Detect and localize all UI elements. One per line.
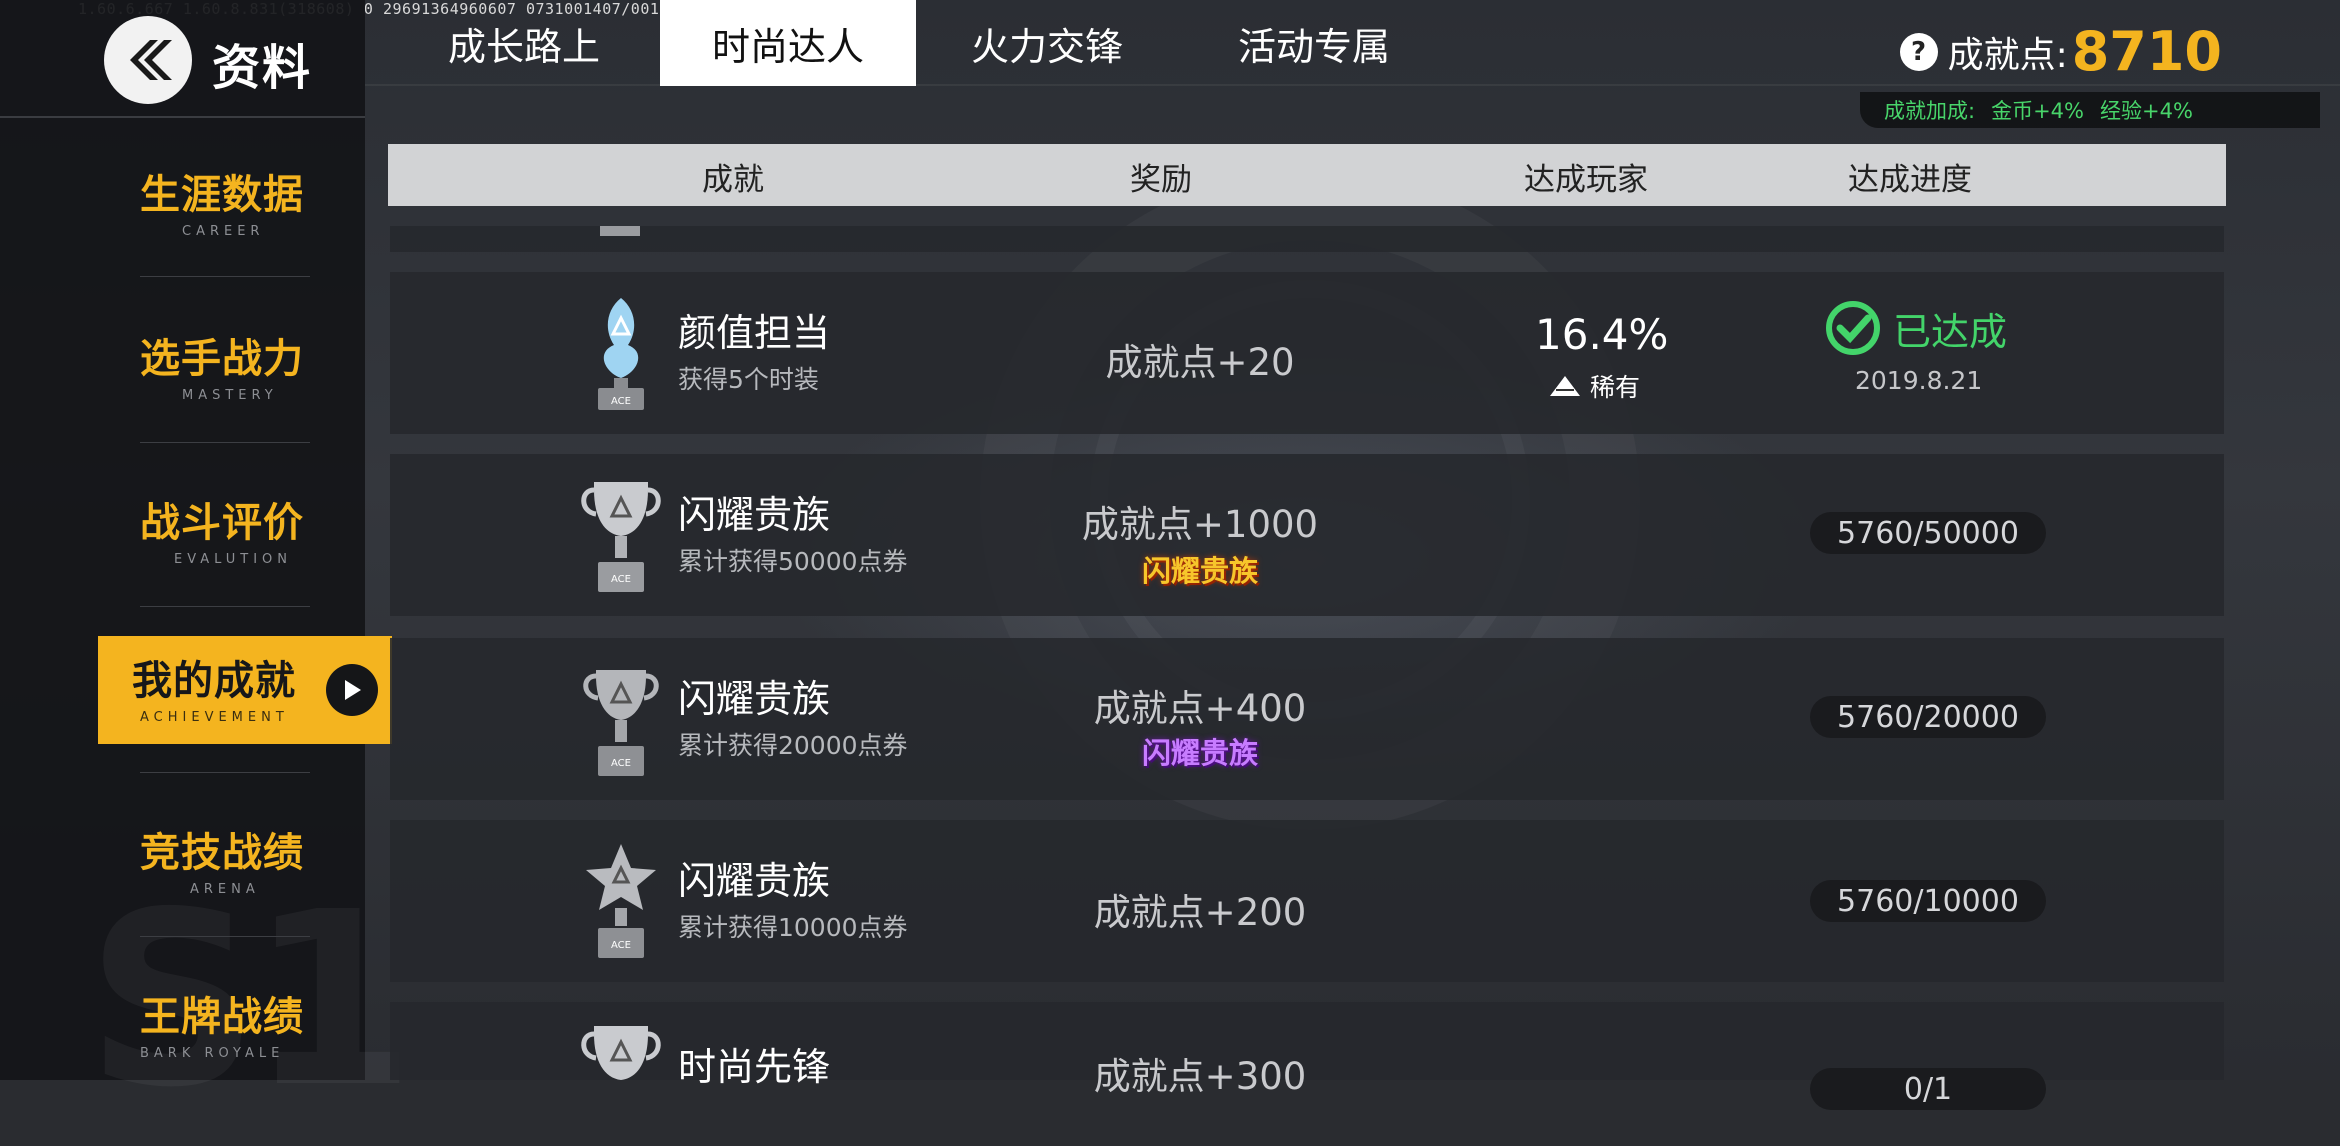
- rarity-text: 稀有: [1590, 373, 1641, 402]
- help-icon[interactable]: ?: [1899, 32, 1938, 71]
- sidebar-item-career[interactable]: 生涯数据 CAREER: [98, 150, 392, 258]
- progress-pill: 0/1: [1810, 1068, 2046, 1110]
- svg-text:ACE: ACE: [611, 758, 631, 769]
- sidebar-item-label: 战斗评价: [140, 500, 304, 546]
- reward-badge: 闪耀贵族: [1141, 554, 1258, 588]
- header-achievement: 成就: [702, 162, 764, 198]
- rarity-label: 稀有: [1548, 368, 1640, 404]
- sidebar-divider: [0, 116, 365, 118]
- nav-divider: [140, 276, 310, 277]
- achievement-name: 颜值担当: [678, 311, 831, 355]
- achievement-name: 闪耀贵族: [678, 859, 831, 903]
- reward-badge: 闪耀贵族: [1141, 736, 1258, 770]
- silver-cup-trophy-icon: ACE: [583, 670, 659, 776]
- silver-star-trophy-icon: ACE: [586, 844, 656, 958]
- reward-text: 成就点+20: [1105, 341, 1295, 384]
- sidebar-item-sublabel: MASTERY: [182, 388, 278, 403]
- bonus-gold: 金币+4%: [1991, 99, 2084, 123]
- reward-text: 成就点+200: [1093, 891, 1307, 934]
- svg-text:ACE: ACE: [611, 396, 631, 407]
- sidebar-item-label: 生涯数据: [140, 172, 304, 218]
- completed-status: 已达成: [1825, 300, 2007, 356]
- progress-pill: 5760/20000: [1810, 696, 2046, 738]
- achievement-desc: 累计获得10000点券: [678, 913, 908, 942]
- progress-pill: 5760/10000: [1810, 880, 2046, 922]
- sidebar-item-bark-royale[interactable]: 王牌战绩 BARK ROYALE: [98, 972, 392, 1080]
- bonus-exp: 经验+4%: [2100, 99, 2193, 123]
- back-button[interactable]: [104, 16, 192, 104]
- table-row[interactable]: ACE 闪耀贵族 累计获得10000点券 成就点+200 5760/10000: [390, 820, 2224, 982]
- crystal-trophy-icon: ACE: [598, 298, 644, 410]
- points-label: 成就点:: [1947, 34, 2068, 76]
- reward-text: 成就点+300: [1093, 1055, 1307, 1098]
- silver-cup-trophy-icon: ACE: [581, 482, 661, 592]
- double-chevron-left-icon: [130, 40, 172, 80]
- sidebar-item-label: 选手战力: [140, 336, 304, 382]
- sidebar-item-sublabel: BARK ROYALE: [140, 1046, 285, 1061]
- sidebar-item-sublabel: EVALUTION: [174, 552, 293, 567]
- achievement-points: ? 成就点: 8710: [1899, 20, 2222, 83]
- tab-event[interactable]: 活动专属: [1178, 0, 1450, 86]
- achievement-desc: 累计获得20000点券: [678, 731, 908, 760]
- achievement-name: 闪耀贵族: [678, 493, 831, 537]
- sidebar-item-evalution[interactable]: 战斗评价 EVALUTION: [98, 478, 392, 586]
- achievement-name: 闪耀贵族: [678, 677, 831, 721]
- table-row[interactable]: ACE 颜值担当 获得5个时装 成就点+20 16.4% 稀有 已达成 2019…: [390, 272, 2224, 434]
- sidebar-item-label: 竞技战绩: [140, 830, 304, 876]
- sidebar-item-mastery[interactable]: 选手战力 MASTERY: [98, 314, 392, 422]
- sidebar-item-sublabel: CAREER: [182, 224, 265, 239]
- table-header: 成就 奖励 达成玩家 达成进度: [388, 144, 2226, 206]
- players-percent: 16.4%: [1535, 310, 1669, 359]
- achievement-name: 时尚先锋: [678, 1045, 831, 1089]
- nav-divider: [140, 606, 310, 607]
- check-circle-icon: [1826, 301, 1880, 355]
- silver-cup-trophy-icon: [581, 1026, 661, 1080]
- sidebar-item-arena[interactable]: 竞技战绩 ARENA: [98, 808, 392, 916]
- page-title: 资料: [212, 40, 313, 96]
- bonus-bar: 成就加成: 金币+4% 经验+4%: [1860, 92, 2320, 128]
- header-reward: 奖励: [1130, 162, 1192, 198]
- tab-fashion[interactable]: 时尚达人: [660, 0, 916, 86]
- table-row[interactable]: ACE 闪耀贵族 累计获得20000点券 成就点+400 闪耀贵族 5760/2…: [390, 638, 2224, 800]
- svg-text:ACE: ACE: [611, 940, 631, 951]
- svg-text:ACE: ACE: [611, 574, 631, 585]
- progress-pill: 5760/50000: [1810, 512, 2046, 554]
- completed-text: 已达成: [1893, 309, 2008, 354]
- reward-text: 成就点+1000: [1081, 503, 1319, 546]
- reward-text: 成就点+400: [1093, 687, 1307, 730]
- nav-divider: [140, 936, 310, 937]
- tab-bar: 成长路上 时尚达人 火力交锋 活动专属: [388, 0, 1450, 86]
- nav-divider: [140, 442, 310, 443]
- play-icon: [326, 664, 378, 716]
- completed-date: 2019.8.21: [1855, 366, 1983, 395]
- table-row[interactable]: ACE 闪耀贵族 累计获得50000点券 成就点+1000 闪耀贵族 5760/…: [390, 454, 2224, 616]
- header-progress: 达成进度: [1848, 162, 1972, 198]
- nav-divider: [140, 772, 310, 773]
- sidebar-item-achievement[interactable]: 我的成就 ACHIEVEMENT: [98, 636, 392, 744]
- sidebar-item-sublabel: ARENA: [190, 882, 260, 897]
- trophy-base-icon: [600, 226, 640, 236]
- achievement-desc: 获得5个时装: [678, 365, 819, 394]
- points-value: 8710: [2071, 20, 2222, 83]
- tab-growth[interactable]: 成长路上: [388, 0, 660, 86]
- bonus-label: 成就加成:: [1884, 99, 1976, 123]
- table-row: [390, 226, 2224, 252]
- achievement-desc: 累计获得50000点券: [678, 547, 908, 576]
- rarity-triangle-icon: [1550, 376, 1580, 396]
- sidebar-item-label: 王牌战绩: [140, 994, 304, 1040]
- table-row[interactable]: 时尚先锋 成就点+300 0/1: [390, 1002, 2224, 1110]
- tab-firepower[interactable]: 火力交锋: [916, 0, 1178, 86]
- header-players: 达成玩家: [1524, 162, 1648, 198]
- topbar-divider: [365, 84, 2340, 86]
